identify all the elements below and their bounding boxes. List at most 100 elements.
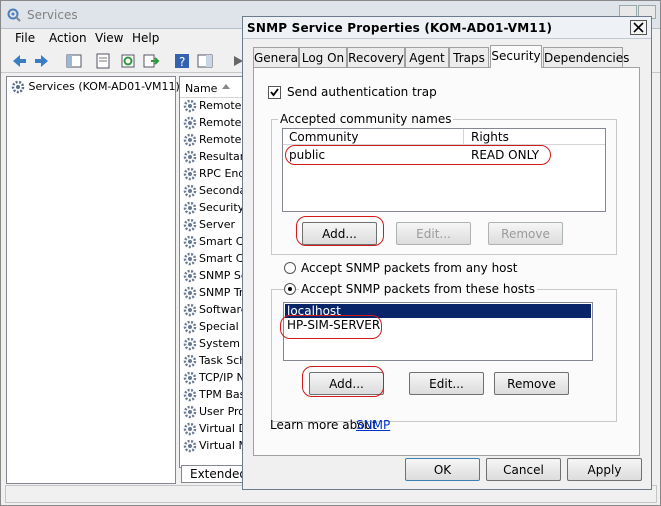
gear-icon [183, 354, 197, 368]
menu-view[interactable]: View [95, 31, 123, 45]
tree-node-services[interactable]: Services (KOM-AD01-VM11) [11, 80, 180, 94]
community-edit-button[interactable]: Edit... [396, 222, 471, 245]
service-name: TCP/IP N [199, 371, 245, 384]
gear-icon [183, 439, 197, 453]
service-row[interactable]: System E [183, 337, 248, 354]
service-name: SNMP Se [199, 269, 248, 282]
tab-security[interactable]: Security [490, 45, 542, 68]
gear-icon [183, 371, 197, 385]
gear-icon [183, 116, 197, 130]
community-list-header: Community Rights [283, 129, 605, 145]
menu-action[interactable]: Action [49, 31, 87, 45]
service-row[interactable]: TPM Bas [183, 388, 245, 405]
service-name: Seconda [199, 184, 247, 197]
gear-icon [183, 252, 197, 266]
send-auth-trap-checkbox[interactable] [268, 86, 281, 99]
service-row[interactable]: SNMP Se [183, 269, 248, 286]
accept-these-hosts-radio[interactable] [284, 283, 296, 295]
service-row[interactable]: Virtual M [183, 439, 248, 456]
dialog-title-bar: SNMP Service Properties (KOM-AD01-VM11) [243, 17, 651, 39]
host-edit-button[interactable]: Edit... [409, 372, 484, 395]
gear-icon [183, 150, 197, 164]
send-auth-trap-label: Send authentication trap [287, 85, 437, 99]
service-row[interactable]: Remote [183, 99, 241, 116]
tab-general[interactable]: General [253, 47, 301, 67]
snmp-help-link[interactable]: SNMP [356, 418, 390, 432]
hosts-list[interactable]: localhost HP-SIM-SERVER [280, 302, 593, 361]
tab-traps[interactable]: Traps [449, 47, 489, 67]
apply-button[interactable]: Apply [567, 458, 642, 481]
tab-extended[interactable]: Extended [181, 465, 247, 483]
service-name: Virtual M [199, 439, 248, 452]
service-row[interactable]: Remote [183, 116, 241, 133]
gear-icon [183, 184, 197, 198]
gear-icon [183, 320, 197, 334]
accept-any-host-label: Accept SNMP packets from any host [301, 261, 518, 275]
service-name: Security [199, 201, 245, 214]
service-row[interactable]: Resultar [183, 150, 244, 167]
sort-ascending-icon [222, 81, 230, 94]
community-group: Accepted community names Community Right… [271, 112, 617, 255]
ok-button[interactable]: OK [405, 458, 480, 481]
show-hide-icon[interactable] [196, 52, 214, 70]
community-remove-button[interactable]: Remove [488, 222, 563, 245]
gear-icon [183, 269, 197, 283]
gear-icon [183, 235, 197, 249]
properties-icon[interactable] [94, 52, 112, 70]
service-name: Resultar [199, 150, 245, 163]
column-header-community[interactable]: Community [289, 130, 358, 144]
forward-arrow-icon[interactable] [33, 52, 51, 70]
service-row[interactable]: RPC End [183, 167, 245, 184]
service-row[interactable]: Virtual D [183, 422, 247, 439]
gear-icon [183, 303, 197, 317]
community-list[interactable]: Community Rights public READ ONLY [282, 128, 606, 212]
service-row[interactable]: Task Sch [183, 354, 246, 371]
services-window-title: Services [27, 8, 78, 22]
gear-icon [11, 80, 25, 94]
console-tree-icon[interactable] [65, 52, 83, 70]
service-row[interactable]: User Pro [183, 405, 245, 422]
service-row[interactable]: Smart Ca [183, 252, 248, 269]
gear-icon [183, 337, 197, 351]
service-row[interactable]: Seconda [183, 184, 246, 201]
column-header-rights[interactable]: Rights [471, 130, 509, 144]
service-row[interactable]: SNMP Tr [183, 286, 243, 303]
service-row[interactable]: Software [183, 303, 248, 320]
service-row[interactable]: Security [183, 201, 244, 218]
accept-any-host-radio[interactable] [284, 262, 296, 274]
menu-file[interactable]: File [15, 31, 35, 45]
services-app-icon [7, 8, 21, 25]
export-icon[interactable] [142, 52, 160, 70]
host-remove-button[interactable]: Remove [494, 372, 569, 395]
column-header-name[interactable]: Name [180, 80, 248, 98]
service-row[interactable]: Remote [183, 133, 241, 150]
tab-dependencies[interactable]: Dependencies [543, 47, 629, 67]
close-icon [633, 22, 644, 33]
gear-icon [183, 133, 197, 147]
menu-help[interactable]: Help [132, 31, 159, 45]
service-row[interactable]: Smart Ca [183, 235, 248, 252]
annotation-circle [280, 315, 382, 339]
dialog-close-button[interactable] [630, 20, 647, 35]
security-tab-page: Send authentication trap Accepted commun… [253, 67, 640, 456]
tab-log-on[interactable]: Log On [299, 47, 347, 67]
back-arrow-icon[interactable] [10, 52, 28, 70]
community-group-title: Accepted community names [278, 112, 454, 126]
gear-icon [183, 201, 197, 215]
service-name: Software [199, 303, 248, 316]
service-name: Remote [199, 99, 242, 112]
checkmark-icon [270, 88, 279, 97]
service-name: SNMP Tr [199, 286, 244, 299]
tab-recovery[interactable]: Recovery [347, 47, 405, 67]
help-icon[interactable]: ? [173, 52, 191, 70]
service-row[interactable]: TCP/IP N [183, 371, 245, 388]
cancel-button[interactable]: Cancel [486, 458, 561, 481]
service-row[interactable]: Server [183, 218, 235, 235]
refresh-icon[interactable] [119, 52, 137, 70]
radio-selected-dot [288, 287, 292, 291]
service-row[interactable]: Special A [183, 320, 248, 337]
annotation-circle [285, 145, 551, 165]
tab-agent[interactable]: Agent [405, 47, 449, 67]
gear-icon [183, 286, 197, 300]
service-name: Server [199, 218, 236, 231]
